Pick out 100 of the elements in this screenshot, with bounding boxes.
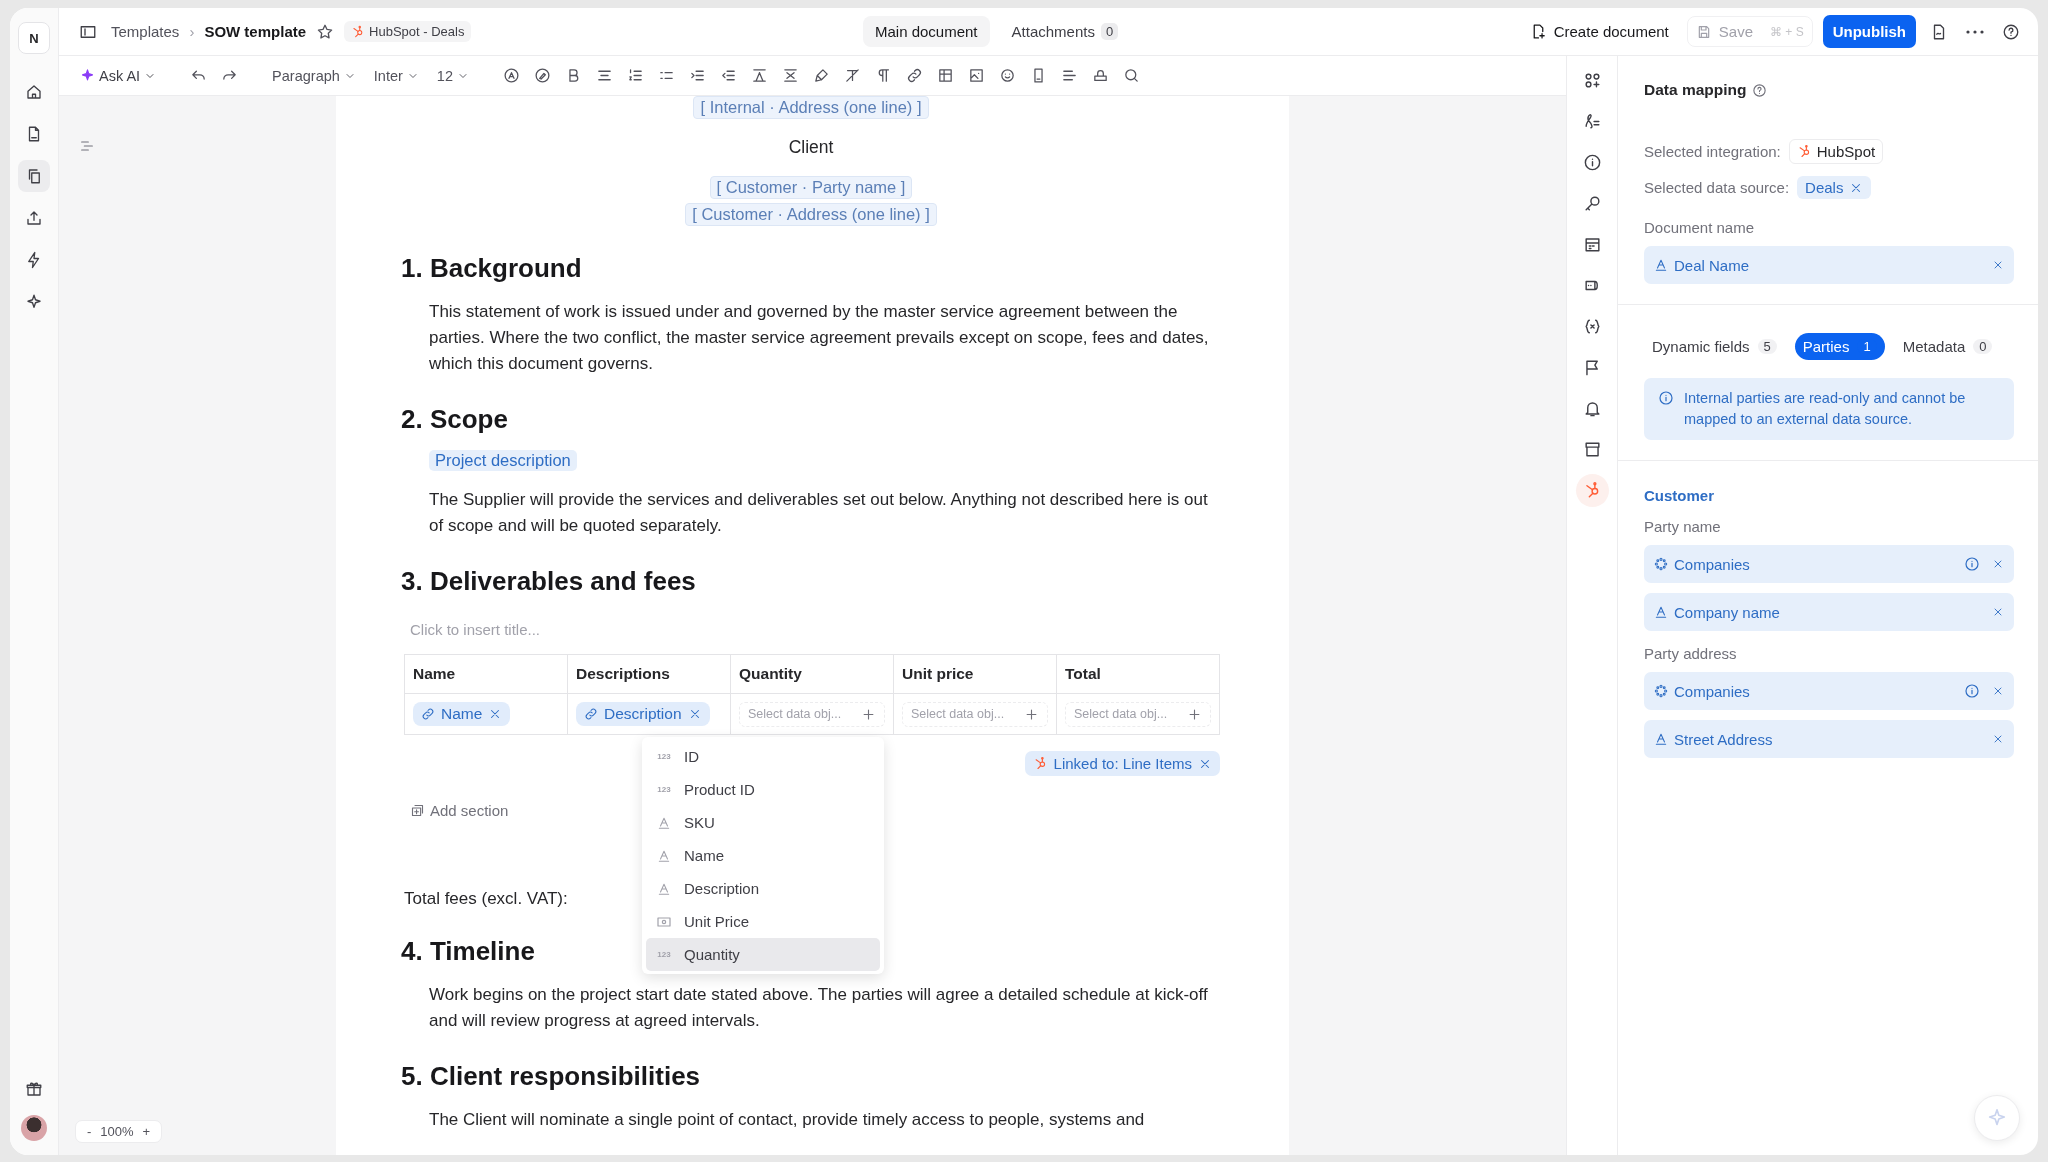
chip-label: Deals: [1805, 179, 1844, 196]
section-heading: 4. Timeline: [401, 936, 535, 967]
integration-chip[interactable]: HubSpot: [1788, 139, 1884, 164]
plus-icon: [1024, 706, 1039, 722]
mapping-tab[interactable]: Metadata 0: [1894, 333, 2001, 360]
menu-item[interactable]: Description: [646, 872, 880, 905]
mapped-field[interactable]: Company name: [1644, 593, 2014, 631]
unpublish-button[interactable]: Unpublish: [1822, 15, 1916, 48]
total-label: Total fees (excl. VAT):: [404, 889, 568, 909]
section-heading: 5. Client responsibilities: [401, 1061, 701, 1092]
data-source-chip[interactable]: Deals: [1797, 176, 1872, 199]
help-icon: [1752, 82, 1768, 98]
document-tab[interactable]: Main document: [863, 16, 990, 47]
text-type-icon: [656, 881, 672, 896]
item-label: Unit Price: [684, 913, 750, 930]
client-label: Client: [788, 137, 834, 158]
zoom-value: 100%: [100, 1124, 134, 1139]
app-logo[interactable]: N: [18, 22, 50, 54]
mapped-field[interactable]: Companies: [1644, 545, 2014, 583]
menu-item[interactable]: Unit Price: [646, 905, 880, 938]
section-heading: 3. Deliverables and fees: [401, 566, 696, 597]
mapping-tab[interactable]: Parties 1: [1794, 333, 1885, 360]
info-icon: [1582, 153, 1602, 172]
info-icon: [1658, 390, 1674, 406]
variable-icon: [1582, 317, 1602, 336]
item-label: Description: [684, 880, 760, 897]
font-select[interactable]: Inter: [368, 64, 424, 87]
vertical-align-icon: [782, 67, 799, 84]
mapped-field[interactable]: Deal Name: [1644, 246, 2014, 284]
text-type-icon: [656, 815, 672, 830]
block-style-select[interactable]: Paragraph: [267, 64, 361, 87]
integration-chip[interactable]: HubSpot - Deals: [344, 21, 472, 42]
placeholder-field[interactable]: [ Customer · Party name ]: [709, 176, 913, 199]
highlight-icon: [534, 67, 551, 84]
select-placeholder: Select data obj...: [748, 707, 842, 721]
zoom-out-button[interactable]: -: [84, 1124, 95, 1139]
upload-icon: [25, 209, 43, 227]
document-tab[interactable]: Attachments 0: [999, 16, 1131, 47]
menu-item[interactable]: 123 ID: [646, 740, 880, 773]
stamp-icon: [1092, 67, 1109, 84]
menu-item[interactable]: SKU: [646, 806, 880, 839]
number-type-icon: 123: [656, 785, 672, 794]
chip-label: HubSpot: [1816, 143, 1876, 160]
column-header: Name: [404, 654, 568, 694]
template-title: SOW template: [204, 23, 307, 40]
menu-item[interactable]: Name: [646, 839, 880, 872]
add-section-button[interactable]: Add section: [410, 802, 509, 819]
menu-item[interactable]: 123 Product ID: [646, 773, 880, 806]
plus-icon: [1187, 706, 1202, 722]
object-icon: [1654, 684, 1668, 698]
zoom-in-button[interactable]: +: [139, 1124, 154, 1139]
calendar-icon: [1582, 235, 1602, 254]
chip-label: HubSpot - Deals: [369, 24, 465, 39]
notice-text: Internal parties are read-only and cannot be mapped to an external data source.: [1684, 389, 1967, 429]
remove-icon: [1992, 733, 2004, 745]
linked-chip[interactable]: Linked to: Line Items: [1024, 751, 1220, 776]
mapped-field[interactable]: Description: [576, 702, 710, 726]
field-label: Selected integration:: [1644, 143, 1781, 160]
user-avatar[interactable]: [21, 1115, 47, 1141]
font-size-select[interactable]: 12: [431, 64, 474, 87]
paragraph: Work begins on the project start date stated above. The parties will agree a detailed schedule at kick-off and will review progress at agreed intervals.: [429, 984, 1209, 1032]
breadcrumb-separator: ›: [189, 23, 195, 40]
info-icon: [1964, 556, 1980, 572]
apps-icon: [1582, 71, 1602, 90]
count-badge: 0: [1100, 23, 1119, 40]
placeholder-field[interactable]: [ Customer · Address (one line) ]: [685, 203, 937, 226]
sparkle-icon: [25, 293, 43, 311]
placeholder-field[interactable]: Project description: [429, 450, 577, 471]
create-document-button[interactable]: Create document: [1521, 17, 1677, 46]
object-icon: [1654, 557, 1668, 571]
text-type-icon: [1654, 258, 1668, 272]
table-icon: [937, 67, 954, 84]
text-type-icon: [1654, 732, 1668, 746]
ask-ai-button[interactable]: Ask AI: [75, 64, 162, 87]
link-icon: [584, 707, 598, 721]
mapped-field[interactable]: Name: [413, 702, 511, 726]
mapping-tab[interactable]: Dynamic fields 5: [1644, 333, 1785, 360]
breadcrumb-link[interactable]: Templates: [111, 23, 180, 40]
item-label: Name: [684, 847, 724, 864]
menu-item[interactable]: 123 Quantity: [646, 938, 880, 971]
item-label: Product ID: [684, 781, 755, 798]
panel-title: Data mapping: [1644, 81, 1747, 99]
field-value: Street Address: [1674, 730, 1774, 748]
column-header: Descriptions: [567, 654, 731, 694]
field-label: Selected data source:: [1644, 179, 1790, 196]
item-label: SKU: [684, 814, 715, 831]
placeholder-field[interactable]: [ Internal · Address (one line) ]: [693, 96, 929, 119]
rail-button[interactable]: [18, 160, 50, 192]
column-header: Unit price: [893, 654, 1057, 694]
chip-label: Linked to: Line Items: [1053, 755, 1192, 772]
text-type-icon: [1654, 605, 1668, 619]
mapped-field[interactable]: Companies: [1644, 672, 2014, 710]
select-placeholder: Select data obj...: [911, 707, 1005, 721]
remove-icon: [1992, 558, 2004, 570]
field-value: Name: [441, 705, 483, 723]
party-heading: Customer: [1644, 486, 1715, 504]
field-label: Document name: [1644, 219, 1756, 236]
help-icon: [2002, 22, 2020, 41]
mapped-field[interactable]: Street Address: [1644, 720, 2014, 758]
remove-icon: [1992, 685, 2004, 697]
